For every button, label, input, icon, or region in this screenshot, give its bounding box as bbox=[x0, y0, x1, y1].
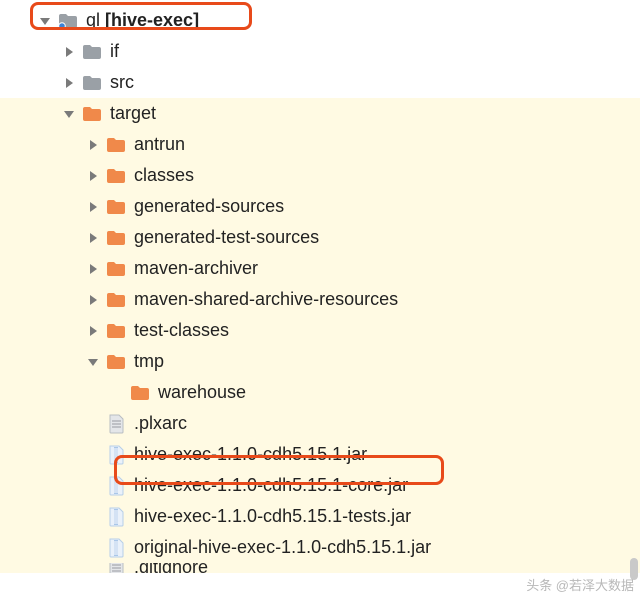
tree-row[interactable]: antrun bbox=[0, 129, 640, 160]
tree-item-label: ql [hive-exec] bbox=[86, 10, 199, 32]
tree-item-label: hive-exec-1.1.0-cdh5.15.1-tests.jar bbox=[134, 506, 411, 528]
tree-row[interactable]: .gitignore bbox=[0, 563, 640, 573]
folder-orange-icon bbox=[130, 384, 150, 402]
folder-root-icon bbox=[58, 12, 78, 30]
tree-row[interactable]: .plxarc bbox=[0, 408, 640, 439]
tree-item-label: original-hive-exec-1.1.0-cdh5.15.1.jar bbox=[134, 537, 431, 559]
chevron-right-icon[interactable] bbox=[86, 324, 100, 338]
tree-row[interactable]: src bbox=[0, 67, 640, 98]
tree-item-label: antrun bbox=[134, 134, 185, 156]
tree-item-label: warehouse bbox=[158, 382, 246, 404]
folder-orange-icon bbox=[106, 167, 126, 185]
tree-row[interactable]: if bbox=[0, 36, 640, 67]
chevron-right-icon[interactable] bbox=[86, 169, 100, 183]
tree-item-label: hive-exec-1.1.0-cdh5.15.1-core.jar bbox=[134, 475, 408, 497]
tree-item-label: test-classes bbox=[134, 320, 229, 342]
jar-icon bbox=[106, 446, 126, 464]
chevron-right-icon[interactable] bbox=[86, 262, 100, 276]
tree-row[interactable]: hive-exec-1.1.0-cdh5.15.1.jar bbox=[0, 439, 640, 470]
tree-row[interactable]: maven-archiver bbox=[0, 253, 640, 284]
folder-grey-icon bbox=[82, 43, 102, 61]
arrow-spacer bbox=[86, 417, 100, 431]
tree-item-label: hive-exec-1.1.0-cdh5.15.1.jar bbox=[134, 444, 367, 466]
tree-item-label: if bbox=[110, 41, 119, 63]
jar-icon bbox=[106, 477, 126, 495]
arrow-spacer bbox=[86, 479, 100, 493]
folder-orange-icon bbox=[82, 105, 102, 123]
chevron-down-icon[interactable] bbox=[62, 107, 76, 121]
arrow-spacer bbox=[86, 448, 100, 462]
folder-orange-icon bbox=[106, 291, 126, 309]
folder-orange-icon bbox=[106, 353, 126, 371]
tree-row[interactable]: maven-shared-archive-resources bbox=[0, 284, 640, 315]
folder-grey-icon bbox=[82, 74, 102, 92]
chevron-right-icon[interactable] bbox=[62, 45, 76, 59]
tree-item-label: tmp bbox=[134, 351, 164, 373]
tree-row[interactable]: hive-exec-1.1.0-cdh5.15.1-tests.jar bbox=[0, 501, 640, 532]
jar-icon bbox=[106, 539, 126, 557]
chevron-right-icon[interactable] bbox=[62, 76, 76, 90]
chevron-down-icon[interactable] bbox=[38, 14, 52, 28]
tree-item-label: classes bbox=[134, 165, 194, 187]
tree-item-label: .gitignore bbox=[134, 563, 208, 573]
folder-orange-icon bbox=[106, 322, 126, 340]
tree-row[interactable]: generated-test-sources bbox=[0, 222, 640, 253]
tree-row[interactable]: original-hive-exec-1.1.0-cdh5.15.1.jar bbox=[0, 532, 640, 563]
tree-item-label: target bbox=[110, 103, 156, 125]
tree-row[interactable]: warehouse bbox=[0, 377, 640, 408]
tree-row[interactable]: hive-exec-1.1.0-cdh5.15.1-core.jar bbox=[0, 470, 640, 501]
folder-orange-icon bbox=[106, 136, 126, 154]
project-tree: ql [hive-exec] if src target antrun classes ge… bbox=[0, 0, 640, 573]
arrow-spacer bbox=[86, 541, 100, 555]
chevron-right-icon[interactable] bbox=[86, 231, 100, 245]
tree-item-label: src bbox=[110, 72, 134, 94]
folder-orange-icon bbox=[106, 260, 126, 278]
file-icon bbox=[106, 415, 126, 433]
chevron-down-icon[interactable] bbox=[86, 355, 100, 369]
tree-row[interactable]: test-classes bbox=[0, 315, 640, 346]
tree-item-label: maven-shared-archive-resources bbox=[134, 289, 398, 311]
folder-orange-icon bbox=[106, 229, 126, 247]
chevron-right-icon[interactable] bbox=[86, 293, 100, 307]
chevron-right-icon[interactable] bbox=[86, 200, 100, 214]
chevron-right-icon[interactable] bbox=[86, 138, 100, 152]
tree-row[interactable]: target bbox=[0, 98, 640, 129]
file-icon bbox=[106, 563, 126, 573]
folder-orange-icon bbox=[106, 198, 126, 216]
tree-row[interactable]: classes bbox=[0, 160, 640, 191]
arrow-spacer bbox=[86, 510, 100, 524]
watermark-text: 头条 @若泽大数据 bbox=[526, 575, 634, 594]
tree-row[interactable]: generated-sources bbox=[0, 191, 640, 222]
arrow-spacer bbox=[110, 386, 124, 400]
tree-item-label: generated-sources bbox=[134, 196, 284, 218]
tree-item-label: maven-archiver bbox=[134, 258, 258, 280]
tree-row[interactable]: ql [hive-exec] bbox=[0, 5, 640, 36]
tree-row[interactable]: tmp bbox=[0, 346, 640, 377]
jar-icon bbox=[106, 508, 126, 526]
tree-item-label: generated-test-sources bbox=[134, 227, 319, 249]
tree-item-label: .plxarc bbox=[134, 413, 187, 435]
